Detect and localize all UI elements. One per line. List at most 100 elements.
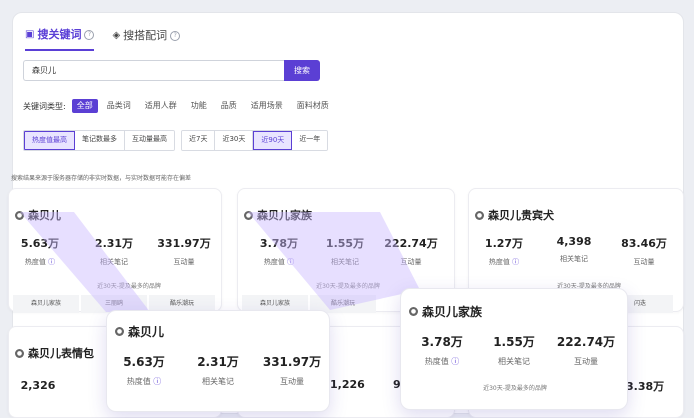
search-mode-tabs: ▣ 搜关键词 ? ◈ 搜搭配词 ? xyxy=(25,21,181,51)
metric-heat: 3.78万 热度值 ⓘ xyxy=(244,235,314,267)
sort-interactions[interactable]: 互动量最高 xyxy=(125,131,174,150)
filter-chip[interactable]: 适用场景 xyxy=(246,99,288,113)
card-title-text: 森贝儿 xyxy=(28,209,61,222)
metric-notes: 1.55万 相关笔记 xyxy=(310,235,380,267)
keyword-detail-popup[interactable]: ● 森贝儿 5.63万 热度值 ⓘ 2.31万 相关笔记 331.97万 互动量 xyxy=(106,310,330,412)
filter-label: 关键词类型: xyxy=(23,101,66,111)
metric-label: 热度值 ⓘ xyxy=(109,376,179,387)
metric-label: 相关笔记 xyxy=(331,258,359,266)
card-title-text: 森贝儿家族 xyxy=(422,305,483,319)
card-title: ● 森贝儿表情包 xyxy=(15,345,94,361)
keyword-icon: ● xyxy=(15,210,24,220)
help-icon[interactable]: ⓘ xyxy=(48,258,55,266)
tab-search-collocations[interactable]: ◈ 搜搭配词 ? xyxy=(112,21,181,51)
metric-interactions: 331.97万 互动量 xyxy=(149,235,219,267)
metric-notes: 2.31万 相关笔记 xyxy=(79,235,149,267)
metric-value: 2.31万 xyxy=(94,237,134,250)
metric-label: 互动量 xyxy=(633,258,655,266)
metric-label: 相关笔记 xyxy=(202,377,234,386)
metric-value: 5.63万 xyxy=(123,355,165,369)
help-icon[interactable]: ⓘ xyxy=(287,258,294,266)
metric-label-text: 热度值 xyxy=(424,357,449,366)
metric-value: 1.55万 xyxy=(493,335,535,349)
keyword-icon: ● xyxy=(409,307,418,316)
filter-chip[interactable]: 适用人群 xyxy=(140,99,182,113)
card-title: ● 森贝儿 xyxy=(115,323,164,340)
metric-heat: 3.78万 热度值 ⓘ xyxy=(407,333,477,367)
card-title-text: 森贝儿表情包 xyxy=(28,347,94,360)
sort-notes[interactable]: 笔记数最多 xyxy=(75,131,125,150)
metric-label: 互动量 xyxy=(574,357,598,366)
metric-value: 331.97万 xyxy=(157,237,211,250)
help-icon[interactable]: ⓘ xyxy=(451,357,459,366)
metric-label: 互动量 xyxy=(400,258,422,266)
metric-label: 相关笔记 xyxy=(498,357,530,366)
partial-metric-value: 1,226 xyxy=(330,378,365,391)
keyword-detail-popup[interactable]: ● 森贝儿家族 3.78万 热度值 ⓘ 1.55万 相关笔记 222.74万 互… xyxy=(400,288,628,410)
metric-label: 热度值 ⓘ xyxy=(469,257,539,267)
card-title: ● 森贝儿贵宾犬 xyxy=(475,207,554,223)
metric-label: 互动量 xyxy=(173,258,195,266)
filter-chip[interactable]: 品类词 xyxy=(102,99,136,113)
filter-chip[interactable]: 面料材质 xyxy=(292,99,334,113)
sort-metric-group: 热度值最高 笔记数最多 互动量最高 xyxy=(23,130,175,151)
tab-search-keywords[interactable]: ▣ 搜关键词 ? xyxy=(25,21,95,51)
keyword-type-filters: 关键词类型: 全部 品类词 适用人群 功能 品质 适用场景 面料材质 xyxy=(23,99,334,113)
metric-value: 2,326 xyxy=(20,379,56,392)
keyword-icon: ● xyxy=(244,210,253,220)
metric-label: 互动量 xyxy=(280,377,304,386)
search-button[interactable]: 搜索 xyxy=(284,60,320,81)
metric-value: 3.78万 xyxy=(421,335,463,349)
data-source-note: 搜索结果来源于服务器存储的非实时数据，与实时数据可能存在偏差 xyxy=(11,175,192,182)
metric-label: 相关笔记 xyxy=(100,258,128,266)
card-title: ● 森贝儿 xyxy=(15,207,61,223)
filter-chip-all[interactable]: 全部 xyxy=(71,99,98,113)
metric-interactions: 83.46万 互动量 xyxy=(609,235,679,267)
metric-label: 热度值 ⓘ xyxy=(407,356,477,367)
metric-label: 热度值 ⓘ xyxy=(5,257,75,267)
range-1y[interactable]: 近一年 xyxy=(292,131,328,150)
metric-value: 5.63万 xyxy=(20,237,60,250)
metric-value: 3.78万 xyxy=(259,237,299,250)
chat-icon: ▣ xyxy=(25,29,35,40)
tag-icon: ◈ xyxy=(112,30,121,41)
help-icon[interactable]: ? xyxy=(84,30,95,40)
metric-value: 222.74万 xyxy=(384,237,438,250)
metric-label: 相关笔记 xyxy=(560,255,588,263)
metric-value: 331.97万 xyxy=(262,355,322,369)
metric-heat: 1.27万 热度值 ⓘ xyxy=(469,235,539,267)
metric-notes: 1.55万 相关笔记 xyxy=(479,333,549,367)
metric-heat: 5.63万 热度值 ⓘ xyxy=(109,353,179,387)
filter-chip[interactable]: 品质 xyxy=(216,99,242,113)
partial-metric-value: 3.38万 xyxy=(626,380,665,393)
filter-chip[interactable]: 功能 xyxy=(186,99,212,113)
metric-interactions: 331.97万 互动量 xyxy=(257,353,327,387)
brand-tag[interactable]: 森贝儿家族 xyxy=(13,295,79,313)
search-input[interactable]: 森贝儿 xyxy=(23,60,284,81)
tab-label: 搜关键词 xyxy=(37,28,82,41)
help-icon[interactable]: ⓘ xyxy=(512,258,519,266)
help-icon[interactable]: ⓘ xyxy=(153,377,161,386)
search-bar: 森贝儿 搜索 xyxy=(23,60,320,81)
sort-heat[interactable]: 热度值最高 xyxy=(24,131,75,150)
range-30d[interactable]: 近30天 xyxy=(215,131,254,150)
tab-label: 搜搭配词 xyxy=(123,29,168,42)
help-icon[interactable]: ? xyxy=(170,31,181,41)
metric-label-text: 热度值 xyxy=(263,258,285,266)
time-range-group: 近7天 近30天 近90天 近一年 xyxy=(181,130,329,151)
range-7d[interactable]: 近7天 xyxy=(182,131,216,150)
metric-interactions: 222.74万 互动量 xyxy=(551,333,621,367)
keyword-card[interactable]: ● 森贝儿 5.63万 热度值 ⓘ 2.31万 相关笔记 331.97万 互动量… xyxy=(5,188,222,313)
metric-value: 1.55万 xyxy=(325,237,365,250)
keyword-icon: ● xyxy=(115,327,124,336)
range-90d[interactable]: 近90天 xyxy=(253,131,293,150)
metric-value: 83.46万 xyxy=(621,237,667,250)
brand-caption: 近30天-提及最多的品牌 xyxy=(483,385,547,392)
card-title-text: 森贝儿贵宾犬 xyxy=(488,209,554,222)
card-title: ● 森贝儿家族 xyxy=(409,303,482,320)
metric-value: 1.27万 xyxy=(484,237,524,250)
keyword-icon: ● xyxy=(15,348,24,358)
metric-label-text: 热度值 xyxy=(24,258,46,266)
brand-caption: 近30天-提及最多的品牌 xyxy=(97,283,161,290)
metric-interactions: 222.74万 互动量 xyxy=(376,235,446,267)
